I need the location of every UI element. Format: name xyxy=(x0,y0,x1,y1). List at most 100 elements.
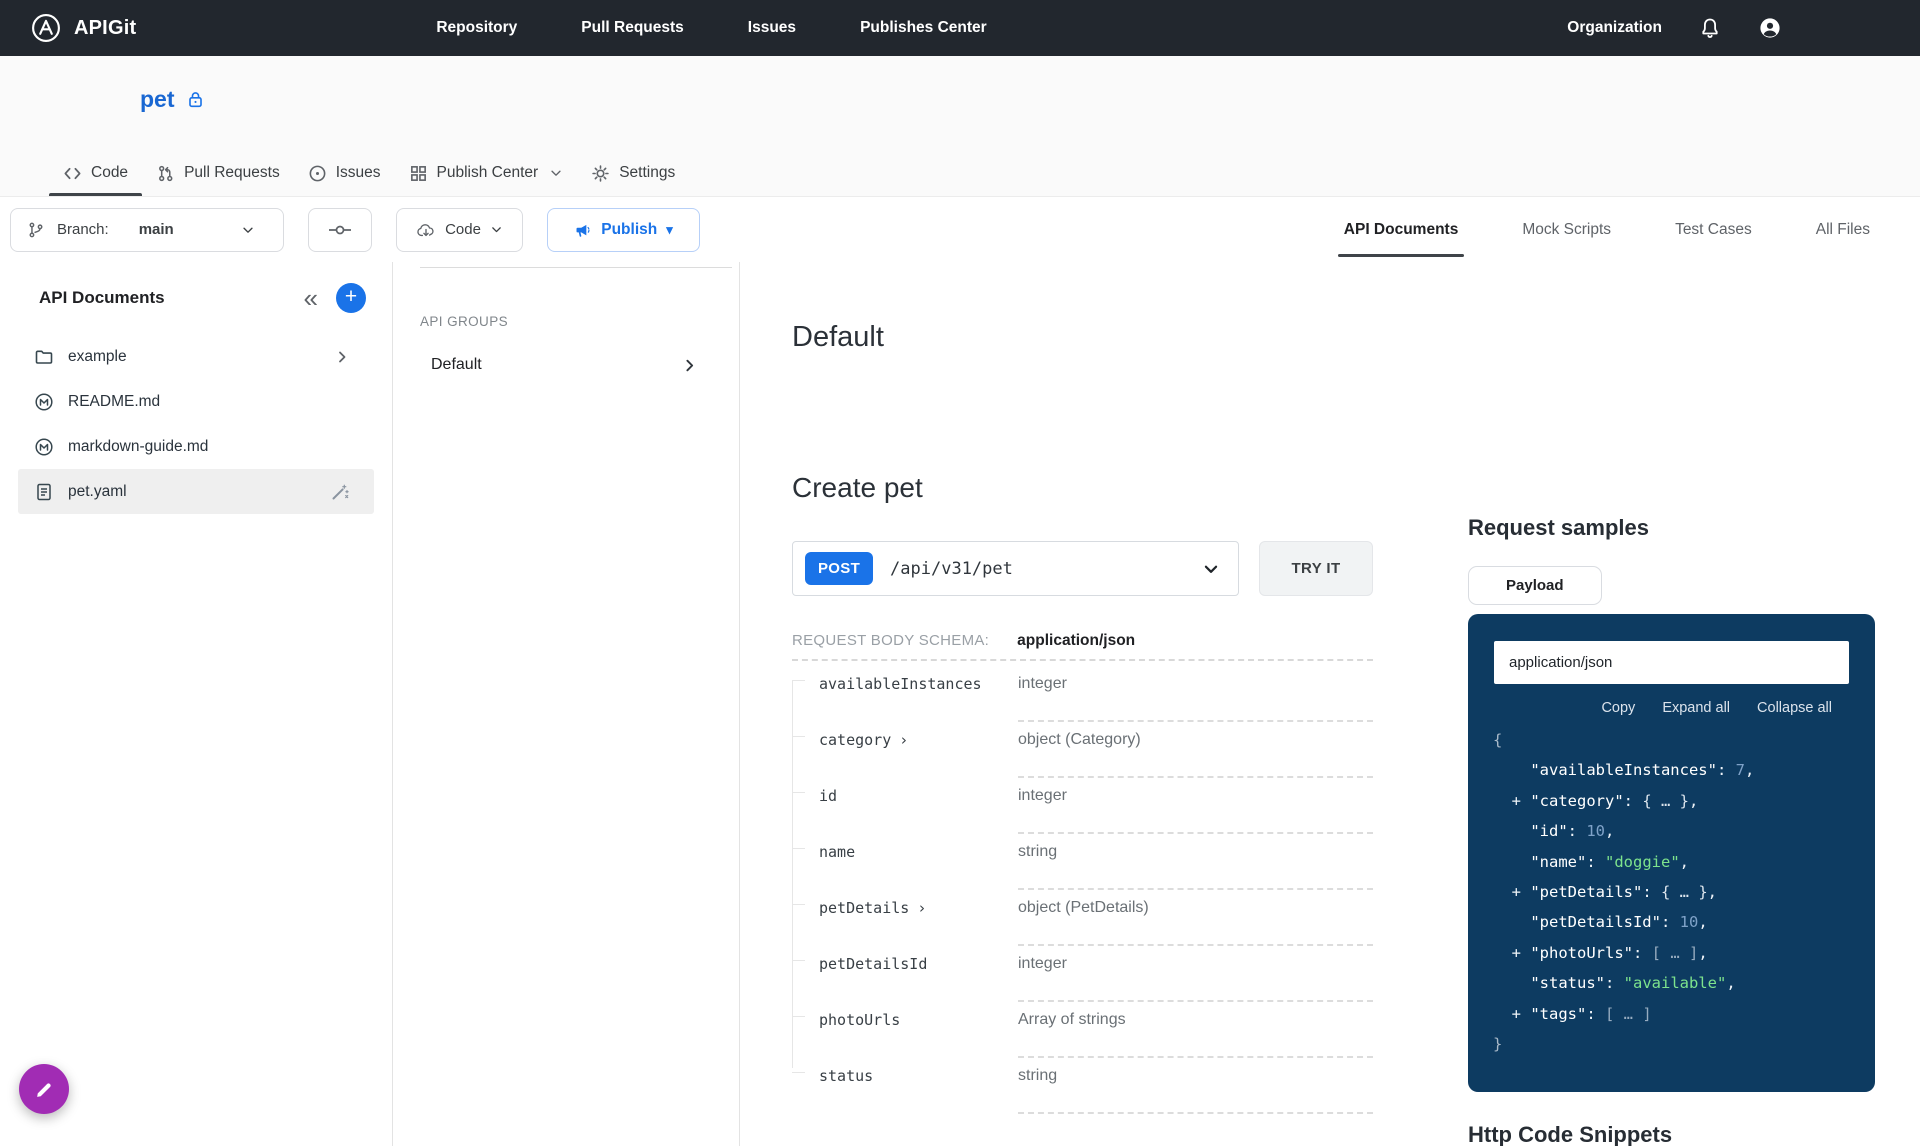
field-type: integer xyxy=(1018,787,1373,834)
sidebar-item-readme-md[interactable]: README.md xyxy=(18,379,374,424)
operation-title: Create pet xyxy=(792,472,1920,504)
repo-tab-settings[interactable]: Settings xyxy=(577,150,689,196)
field-type: string xyxy=(1018,843,1373,890)
try-it-button[interactable]: TRY IT xyxy=(1259,541,1373,596)
cloud-download-icon xyxy=(416,220,436,240)
code-action-collapse-all[interactable]: Collapse all xyxy=(1757,700,1832,716)
schema-content-type: application/json xyxy=(1017,632,1135,650)
field-name[interactable]: category› xyxy=(819,731,1018,749)
schema-label: REQUEST BODY SCHEMA: xyxy=(792,632,989,649)
repo-header: pet Code Pull Requests Issues Publish Cente… xyxy=(0,56,1920,197)
repo-tab-label: Code xyxy=(91,164,128,182)
doc-tab-mock-scripts[interactable]: Mock Scripts xyxy=(1516,197,1617,262)
pull-request-icon xyxy=(156,164,175,183)
main-panel: Default Create pet POST /api/v31/pet TRY… xyxy=(740,262,1920,1146)
field-type: integer xyxy=(1018,675,1373,722)
repo-tab-label: Publish Center xyxy=(437,164,539,182)
collapse-sidebar-button[interactable]: « xyxy=(304,285,318,311)
json-line: + "tags": [ … ] xyxy=(1493,999,1875,1029)
sidebar-item-markdown-guide-md[interactable]: markdown-guide.md xyxy=(18,424,374,469)
expand-node-button[interactable]: + xyxy=(1512,944,1531,962)
code-button-label: Code xyxy=(445,221,481,238)
doc-tab-all-files[interactable]: All Files xyxy=(1810,197,1876,262)
json-line: "status": "available", xyxy=(1493,968,1875,998)
api-groups-panel: API GROUPS Default xyxy=(393,262,740,1146)
field-name[interactable]: petDetails › xyxy=(819,899,1018,917)
folder-icon xyxy=(34,347,54,367)
apigit-logo-icon xyxy=(30,12,62,44)
expand-chevron-icon[interactable]: › xyxy=(899,731,908,749)
brand[interactable]: APIGit xyxy=(30,12,136,44)
json-line: "petDetailsId": 10, xyxy=(1493,907,1875,937)
api-documents-sidebar: API Documents « + exampleREADME.mdmarkdo… xyxy=(0,262,393,1146)
doc-tab-test-cases[interactable]: Test Cases xyxy=(1669,197,1758,262)
code-action-expand-all[interactable]: Expand all xyxy=(1662,700,1730,716)
schema-field-category: category›object (Category) xyxy=(792,722,1373,778)
repo-tab-issues[interactable]: Issues xyxy=(294,150,395,196)
publish-button[interactable]: Publish ▾ xyxy=(547,208,700,252)
edit-fab-button[interactable] xyxy=(19,1064,69,1114)
expand-chevron-icon[interactable]: › xyxy=(917,899,926,917)
caret-down-icon: ▾ xyxy=(666,222,673,238)
api-group-item-default[interactable]: Default xyxy=(393,351,739,379)
markdown-icon xyxy=(34,392,54,412)
schema-field-id: idinteger xyxy=(792,778,1373,834)
chevron-right-icon xyxy=(681,357,698,374)
expand-node-button[interactable]: + xyxy=(1512,1005,1531,1023)
json-line: "availableInstances": 7, xyxy=(1493,755,1875,785)
schema-fields: availableInstancesintegercategory›object… xyxy=(792,666,1373,1114)
branch-label: Branch: xyxy=(57,221,109,238)
field-name-text: petDetails xyxy=(819,899,909,917)
field-type: object (Category) xyxy=(1018,731,1373,778)
navbar-menu: Repository Pull Requests Issues Publishes C… xyxy=(436,19,986,37)
payload-code-panel: Copy Expand all Collapse all { "availableI… xyxy=(1468,614,1875,1092)
content-type-input[interactable] xyxy=(1494,641,1849,684)
repo-tab-code[interactable]: Code xyxy=(49,150,142,196)
repo-name[interactable]: pet xyxy=(140,86,175,113)
code-download-button[interactable]: Code xyxy=(396,208,523,252)
request-samples-title: Request samples xyxy=(1468,515,1875,541)
add-document-button[interactable]: + xyxy=(336,283,366,313)
sidebar-item-example[interactable]: example xyxy=(18,334,374,379)
repo-tabs: Code Pull Requests Issues Publish Center Set… xyxy=(49,150,689,196)
repo-tab-publish-center[interactable]: Publish Center xyxy=(395,150,578,196)
json-line: } xyxy=(1493,1029,1875,1059)
branch-selector[interactable]: Branch: main xyxy=(10,208,284,252)
schema-field-petdetailsid: petDetailsIdinteger xyxy=(792,946,1373,1002)
nav-item-pull-requests[interactable]: Pull Requests xyxy=(581,19,684,37)
payload-json: { "availableInstances": 7, + "category":… xyxy=(1468,725,1875,1059)
api-groups-list: Default xyxy=(393,351,739,379)
json-line: + "category": { … }, xyxy=(1493,786,1875,816)
endpoint-selector[interactable]: POST /api/v31/pet xyxy=(792,541,1239,596)
sidebar-item-label: README.md xyxy=(68,393,160,411)
pencil-icon xyxy=(34,1079,55,1100)
expand-node-button[interactable]: + xyxy=(1512,792,1531,810)
sidebar-file-list: example README.md markdown-guide.md pet.yam… xyxy=(0,334,392,514)
nav-item-publishes-center[interactable]: Publishes Center xyxy=(860,19,987,37)
avatar-icon[interactable] xyxy=(1758,16,1782,40)
sidebar-item-label: pet.yaml xyxy=(68,483,127,501)
expand-node-button[interactable]: + xyxy=(1512,883,1531,901)
repo-tab-pull-requests[interactable]: Pull Requests xyxy=(142,150,294,196)
sidebar-item-pet-yaml[interactable]: pet.yaml xyxy=(18,469,374,514)
commits-button[interactable] xyxy=(308,208,372,252)
sidebar-item-label: example xyxy=(68,348,127,366)
field-name: photoUrls xyxy=(819,1011,1018,1029)
method-badge: POST xyxy=(805,552,873,585)
repo-tab-label: Issues xyxy=(336,164,381,182)
field-name: petDetailsId xyxy=(819,955,1018,973)
code-action-copy[interactable]: Copy xyxy=(1601,700,1635,716)
field-name-text: photoUrls xyxy=(819,1011,900,1029)
nav-item-issues[interactable]: Issues xyxy=(748,19,796,37)
field-name: status xyxy=(819,1067,1018,1085)
top-navbar: APIGit Repository Pull Requests Issues Publ… xyxy=(0,0,1920,56)
endpoint-path: /api/v31/pet xyxy=(890,559,1013,579)
nav-item-repository[interactable]: Repository xyxy=(436,19,517,37)
field-type: string xyxy=(1018,1067,1373,1114)
branch-icon xyxy=(27,221,45,239)
payload-tab[interactable]: Payload xyxy=(1468,566,1602,605)
file-icon xyxy=(34,482,54,502)
nav-item-organization[interactable]: Organization xyxy=(1567,19,1662,37)
doc-tab-api-documents[interactable]: API Documents xyxy=(1338,197,1465,262)
bell-icon[interactable] xyxy=(1698,16,1722,40)
